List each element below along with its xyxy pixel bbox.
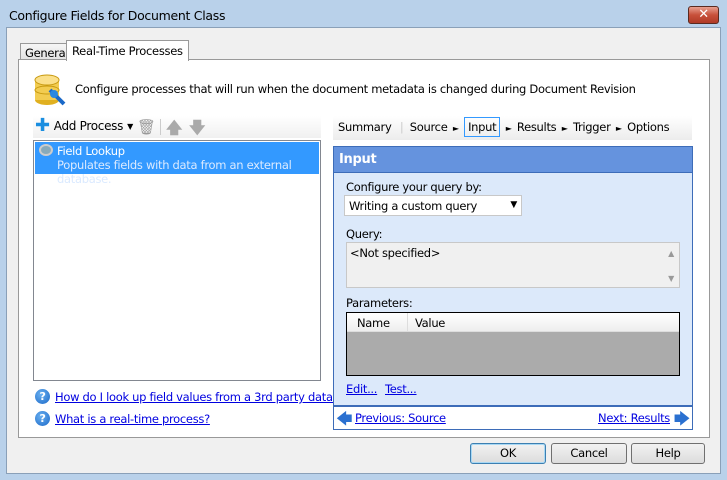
table-header: Name Value xyxy=(347,313,679,332)
step-summary[interactable]: Summary xyxy=(338,120,392,134)
step-trigger[interactable]: Trigger xyxy=(573,120,611,134)
column-name[interactable]: Name xyxy=(357,316,390,330)
window-title: Configure Fields for Document Class xyxy=(9,8,226,23)
process-list: Field Lookup Populates fields with data … xyxy=(33,140,321,381)
query-textarea[interactable]: <Not specified> ▲ ▼ xyxy=(346,242,680,288)
ok-button[interactable]: OK xyxy=(470,443,546,464)
arrow-left-icon[interactable]: 🡄 xyxy=(336,408,353,435)
header-description: Configure processes that will run when t… xyxy=(75,82,636,96)
arrow-icon: ► xyxy=(452,124,459,133)
query-scrollbar[interactable]: ▲ ▼ xyxy=(663,243,679,287)
chevron-down-icon: ▼ xyxy=(510,200,517,210)
toolbar-divider xyxy=(160,119,161,135)
step-options[interactable]: Options xyxy=(627,120,670,134)
query-value: <Not specified> xyxy=(350,246,441,260)
arrow-icon: ► xyxy=(561,124,568,133)
test-link[interactable]: Test... xyxy=(385,382,417,396)
column-value[interactable]: Value xyxy=(415,316,445,330)
previous-link[interactable]: Previous: Source xyxy=(355,411,446,425)
configure-query-select[interactable]: Writing a custom query ▼ xyxy=(344,195,522,216)
configure-label: Configure your query by: xyxy=(346,180,482,194)
edit-link[interactable]: Edit... xyxy=(346,382,377,396)
next-link[interactable]: Next: Results xyxy=(598,411,670,425)
process-toolbar: ✚ Add Process ▼ 🗑 🡅 🡇 xyxy=(33,116,321,138)
delete-icon[interactable]: 🗑 xyxy=(137,118,156,136)
arrow-icon: ► xyxy=(615,124,622,133)
cancel-button[interactable]: Cancel xyxy=(551,443,627,464)
section-title: Input xyxy=(334,147,692,173)
input-section: Input Configure your query by: Writing a… xyxy=(333,146,693,406)
tab-real-time-processes[interactable]: Real-Time Processes xyxy=(66,40,189,61)
help-button[interactable]: Help xyxy=(631,443,705,464)
arrow-right-icon[interactable]: 🡆 xyxy=(674,408,691,435)
chevron-down-icon: ▼ xyxy=(127,121,133,131)
process-name: Field Lookup xyxy=(57,144,125,158)
add-process-label: Add Process xyxy=(53,119,124,133)
column-divider xyxy=(407,313,408,332)
select-value: Writing a custom query xyxy=(349,199,478,213)
lookup-icon xyxy=(39,144,53,156)
page-navigation: 🡄 Previous: Source Next: Results 🡆 xyxy=(333,406,693,430)
step-navigation: Summary | Source ► Input ► Results ► Tri… xyxy=(333,116,692,140)
close-button[interactable]: ✕ xyxy=(688,6,719,24)
arrow-icon: ► xyxy=(505,124,512,133)
process-description: Populates fields with data from an exter… xyxy=(57,158,292,186)
plus-icon: ✚ xyxy=(35,115,50,136)
help-icon: ? xyxy=(35,389,50,404)
parameters-table[interactable]: Name Value xyxy=(346,312,680,376)
add-process-button[interactable]: ✚ Add Process ▼ xyxy=(35,115,133,136)
list-item[interactable]: Field Lookup Populates fields with data … xyxy=(35,142,319,186)
step-divider: | xyxy=(399,120,404,134)
help-link-real-time[interactable]: What is a real-time process? xyxy=(55,412,210,426)
step-source[interactable]: Source xyxy=(410,120,448,134)
step-results[interactable]: Results xyxy=(517,120,557,134)
close-icon: ✕ xyxy=(698,7,709,22)
step-input[interactable]: Input xyxy=(464,117,501,137)
help-icon: ? xyxy=(35,411,50,426)
help-link-3rd-party[interactable]: How do I look up field values from a 3rd… xyxy=(55,390,365,404)
parameters-label: Parameters: xyxy=(346,296,413,310)
query-label: Query: xyxy=(346,227,383,241)
database-plug-icon xyxy=(34,74,66,106)
